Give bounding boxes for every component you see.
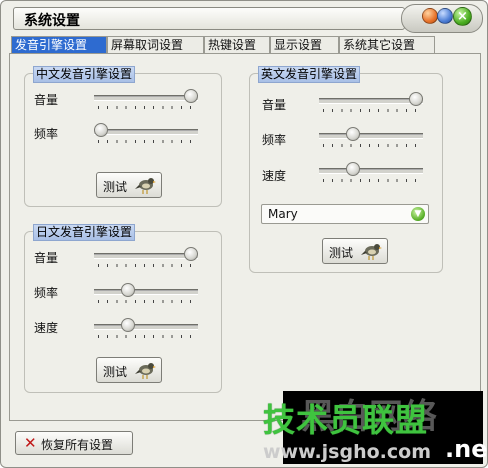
slider-track — [94, 95, 198, 101]
slider-ticks — [98, 335, 194, 338]
english-voice-select[interactable]: Mary ▼ — [261, 204, 429, 224]
minimize-icon[interactable] — [422, 8, 438, 24]
title-box: 系统设置 — [13, 7, 405, 30]
slider-thumb[interactable] — [121, 318, 135, 332]
slider-ticks — [323, 109, 419, 112]
english-voice-value: Mary — [268, 207, 298, 221]
japanese-engine-title: 日文发音引擎设置 — [33, 224, 136, 241]
english-rate-label: 频率 — [262, 133, 287, 147]
chinese-rate-slider[interactable] — [94, 123, 198, 147]
slider-track — [319, 133, 423, 139]
slider-thumb[interactable] — [346, 127, 360, 141]
slider-track — [94, 253, 198, 259]
restore-button-label: 恢复所有设置 — [41, 438, 114, 452]
slider-thumb[interactable] — [409, 92, 423, 106]
slider-thumb[interactable] — [121, 283, 135, 297]
red-x-icon: ✕ — [24, 434, 37, 452]
test-button-label: 测试 — [329, 246, 354, 260]
english-volume-label: 音量 — [262, 98, 287, 112]
dropdown-arrow-icon[interactable]: ▼ — [411, 207, 425, 221]
bird-icon — [135, 363, 156, 379]
slider-thumb[interactable] — [346, 162, 360, 176]
slider-ticks — [98, 106, 194, 109]
slider-track — [94, 324, 198, 330]
chinese-volume-slider[interactable] — [94, 89, 198, 113]
slider-track — [319, 168, 423, 174]
slider-ticks — [98, 264, 194, 267]
slider-thumb[interactable] — [184, 247, 198, 261]
japanese-volume-slider[interactable] — [94, 247, 198, 271]
slider-track — [94, 129, 198, 135]
tab-other-system[interactable]: 系统其它设置 — [339, 36, 435, 53]
english-engine-title: 英文发音引擎设置 — [258, 66, 361, 83]
restore-all-settings-button[interactable]: ✕ 恢复所有设置 — [15, 431, 133, 455]
window-title: 系统设置 — [24, 13, 80, 29]
english-volume-slider[interactable] — [319, 92, 423, 116]
english-speed-slider[interactable] — [319, 162, 423, 186]
chinese-engine-title: 中文发音引擎设置 — [33, 66, 136, 83]
tab-screen-word-capture[interactable]: 屏幕取词设置 — [107, 36, 204, 53]
english-rate-slider[interactable] — [319, 127, 423, 151]
chinese-rate-label: 频率 — [34, 127, 59, 141]
bird-icon — [135, 178, 156, 194]
test-button-label: 测试 — [103, 365, 128, 379]
test-button-label: 测试 — [103, 180, 128, 194]
slider-track — [319, 98, 423, 104]
tab-bar: 发音引擎设置 屏幕取词设置 热键设置 显示设置 系统其它设置 — [11, 36, 481, 54]
japanese-test-button[interactable]: 测试 — [96, 357, 162, 383]
japanese-rate-label: 频率 — [34, 286, 59, 300]
title-bar: 系统设置 × — [1, 1, 487, 35]
watermark-cn-text: 技术员联盟 — [263, 401, 429, 439]
watermark-url: www.jsgho.com — [263, 441, 431, 463]
english-speed-label: 速度 — [262, 169, 287, 183]
japanese-rate-slider[interactable] — [94, 283, 198, 307]
tab-speech-engine[interactable]: 发音引擎设置 — [11, 36, 107, 54]
japanese-speed-slider[interactable] — [94, 318, 198, 342]
maximize-icon[interactable] — [437, 8, 453, 24]
japanese-speed-label: 速度 — [34, 321, 59, 335]
chinese-test-button[interactable]: 测试 — [96, 172, 162, 198]
slider-ticks — [323, 179, 419, 182]
japanese-volume-label: 音量 — [34, 251, 59, 265]
slider-ticks — [98, 300, 194, 303]
tab-hotkeys[interactable]: 热键设置 — [204, 36, 270, 53]
slider-ticks — [323, 144, 419, 147]
settings-window: 系统设置 × 发音引擎设置 屏幕取词设置 热键设置 显示设置 系统其它设置 中文… — [0, 0, 488, 468]
tab-display[interactable]: 显示设置 — [270, 36, 339, 53]
chinese-volume-label: 音量 — [34, 93, 59, 107]
english-test-button[interactable]: 测试 — [322, 238, 388, 264]
watermark-url-suffix: .net — [445, 435, 488, 463]
slider-thumb[interactable] — [94, 123, 108, 137]
slider-ticks — [98, 140, 194, 143]
bird-icon — [361, 244, 382, 260]
close-icon[interactable]: × — [453, 7, 472, 26]
slider-thumb[interactable] — [184, 89, 198, 103]
slider-track — [94, 289, 198, 295]
